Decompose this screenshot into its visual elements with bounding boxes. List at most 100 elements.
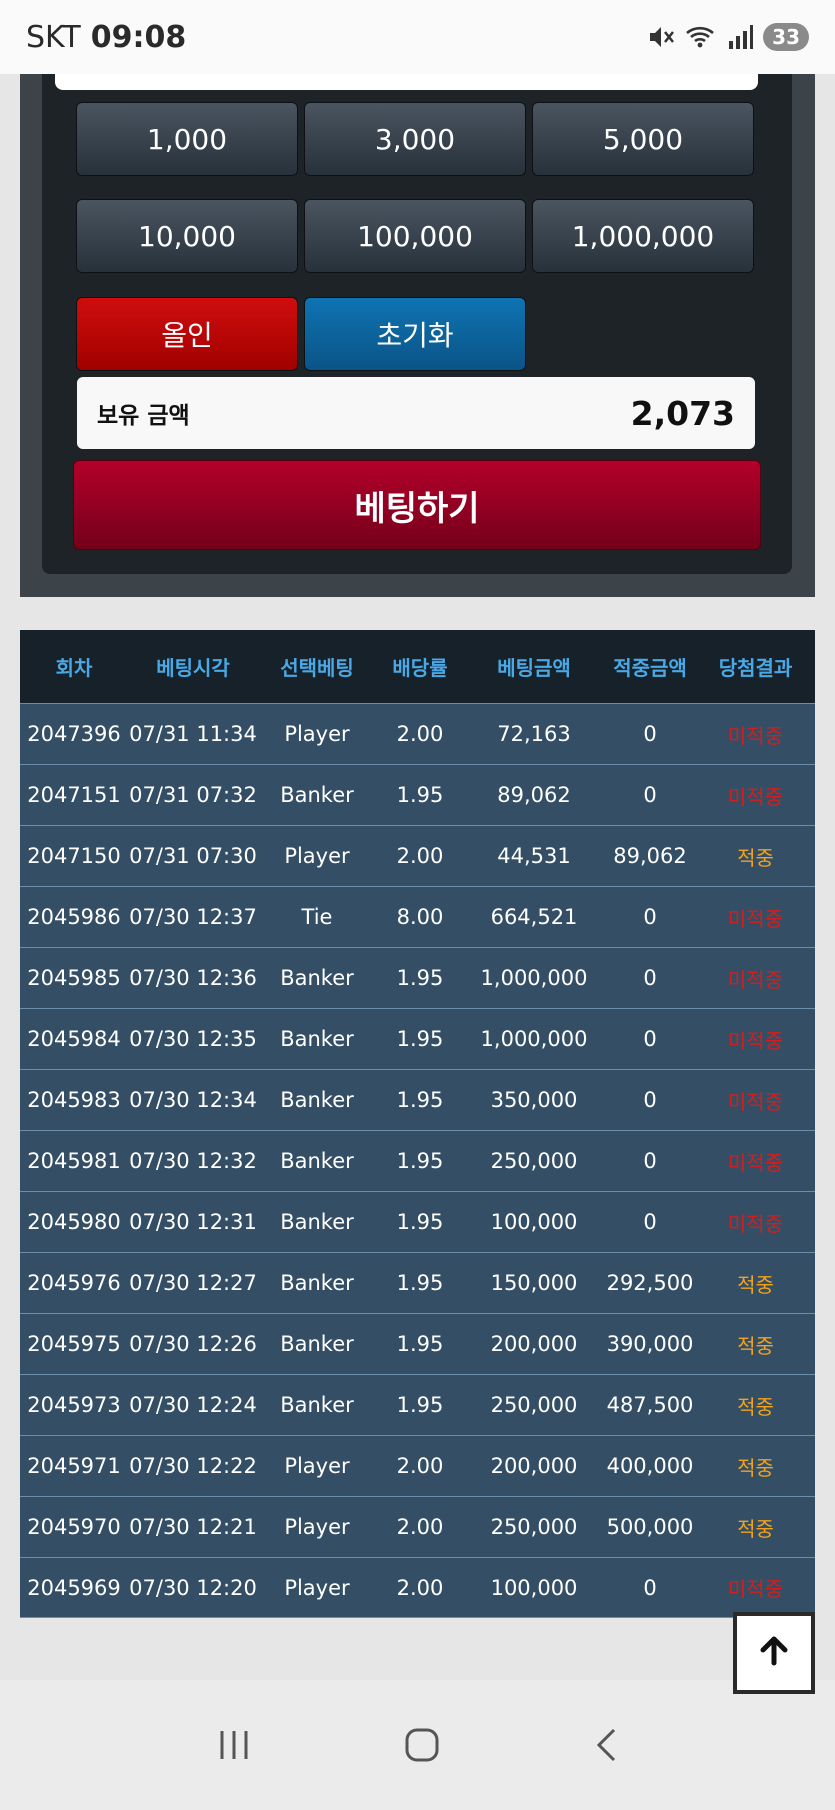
cell-bet-amount: 350,000 [490,1088,578,1112]
table-row: 2047396 07/31 11:34 Player 2.00 72,163 0 미적중 [20,703,815,764]
reset-button[interactable]: 초기화 [304,297,526,371]
cell-win-amount: 487,500 [606,1393,694,1417]
cell-round: 2045980 [27,1210,121,1234]
cell-bet-amount: 1,000,000 [480,966,588,990]
header-bet-time: 베팅시각 [156,656,230,680]
cell-bet-time: 07/30 12:21 [129,1515,257,1539]
chip-button-5000[interactable]: 5,000 [532,102,754,176]
chip-button-1000000[interactable]: 1,000,000 [532,199,754,273]
cell-round: 2045986 [27,905,121,929]
cell-win-amount: 0 [643,1575,657,1600]
cell-bet-amount: 72,163 [497,722,571,746]
cell-result: 미적중 [727,1150,784,1175]
balance-label: 보유 금액 [97,403,190,429]
cell-bet-time: 07/30 12:27 [129,1271,257,1295]
cell-selection: Player [284,1575,350,1600]
cell-result: 미적중 [727,1028,784,1053]
table-row: 2045973 07/30 12:24 Banker 1.95 250,000 487,5… [20,1374,815,1435]
cell-odds: 1.95 [396,1027,444,1051]
cell-selection: Banker [280,1210,354,1234]
cell-odds: 2.00 [396,1454,444,1478]
cell-result: 적중 [737,1333,774,1358]
table-row: 2045983 07/30 12:34 Banker 1.95 350,000 0 미적중 [20,1069,815,1130]
cell-bet-amount: 100,000 [490,1575,578,1600]
signal-icon [727,25,754,49]
cell-win-amount: 0 [643,1027,657,1051]
cell-selection: Banker [280,783,354,807]
cell-round: 2045983 [27,1088,121,1112]
cell-bet-time: 07/30 12:35 [129,1027,257,1051]
recent-apps-button[interactable] [217,1729,251,1761]
table-row: 2045985 07/30 12:36 Banker 1.95 1,000,000 0 미적… [20,947,815,1008]
cell-odds: 1.95 [396,1393,444,1417]
system-nav-bar [0,1680,835,1810]
cell-bet-amount: 150,000 [490,1271,578,1295]
cell-selection: Banker [280,1027,354,1051]
cell-selection: Banker [280,1088,354,1112]
cell-result: 적중 [737,1455,774,1480]
cell-round: 2045976 [27,1271,121,1295]
cell-win-amount: 0 [643,1149,657,1173]
balance-value: 2,073 [630,393,735,433]
cell-odds: 2.00 [396,1575,444,1600]
cell-result: 적중 [737,845,774,870]
cell-round: 2045970 [27,1515,121,1539]
cell-round: 2047396 [27,722,121,746]
cell-selection: Player [284,1515,350,1539]
cell-odds: 1.95 [396,783,444,807]
cell-win-amount: 390,000 [606,1332,694,1356]
home-button[interactable] [404,1727,440,1763]
cell-selection: Tie [301,905,333,929]
bet-amount-input[interactable] [55,74,758,90]
cell-win-amount: 400,000 [606,1454,694,1478]
cell-result: 미적중 [727,1211,784,1236]
cell-odds: 2.00 [396,722,444,746]
cell-round: 2045985 [27,966,121,990]
cell-bet-time: 07/30 12:31 [129,1210,257,1234]
chip-button-3000[interactable]: 3,000 [304,102,526,176]
cell-selection: Banker [280,1149,354,1173]
cell-round: 2045973 [27,1393,121,1417]
cell-odds: 1.95 [396,1210,444,1234]
cell-bet-time: 07/30 12:20 [129,1575,257,1600]
cell-win-amount: 89,062 [613,844,687,868]
cell-bet-amount: 250,000 [490,1393,578,1417]
cell-bet-amount: 664,521 [490,905,578,929]
cell-odds: 1.95 [396,1088,444,1112]
table-row: 2045981 07/30 12:32 Banker 1.95 250,000 0 미적중 [20,1130,815,1191]
cell-result: 미적중 [727,723,784,748]
cell-bet-amount: 89,062 [497,783,571,807]
cell-bet-time: 07/30 12:32 [129,1149,257,1173]
chip-button-1000[interactable]: 1,000 [76,102,298,176]
scroll-to-top-button[interactable] [733,1612,815,1694]
cell-bet-amount: 200,000 [490,1332,578,1356]
cell-round: 2047150 [27,844,121,868]
cell-round: 2045981 [27,1149,121,1173]
table-row: 2045971 07/30 12:22 Player 2.00 200,000 400,0… [20,1435,815,1496]
cell-selection: Banker [280,1271,354,1295]
chip-button-100000[interactable]: 100,000 [304,199,526,273]
cell-result: 적중 [737,1272,774,1297]
cell-bet-time: 07/31 11:34 [129,722,257,746]
table-row: 2045986 07/30 12:37 Tie 8.00 664,521 0 미적중 [20,886,815,947]
cell-win-amount: 0 [643,966,657,990]
cell-bet-amount: 100,000 [490,1210,578,1234]
cell-selection: Player [284,844,350,868]
cell-round: 2045969 [27,1575,121,1600]
cell-odds: 1.95 [396,1271,444,1295]
place-bet-button[interactable]: 베팅하기 [73,460,761,550]
all-in-button[interactable]: 올인 [76,297,298,371]
carrier-label: SKT [26,19,81,55]
cell-bet-time: 07/30 12:22 [129,1454,257,1478]
balance-box: 보유 금액 2,073 [77,377,755,449]
cell-result: 적중 [737,1516,774,1541]
cell-result: 미적중 [727,1577,784,1601]
back-button[interactable] [594,1727,618,1763]
chip-button-10000[interactable]: 10,000 [76,199,298,273]
cell-bet-amount: 1,000,000 [480,1027,588,1051]
cell-bet-time: 07/30 12:26 [129,1332,257,1356]
status-icons: 33 [647,23,809,51]
cell-odds: 2.00 [396,1515,444,1539]
cell-odds: 1.95 [396,966,444,990]
cell-selection: Banker [280,966,354,990]
